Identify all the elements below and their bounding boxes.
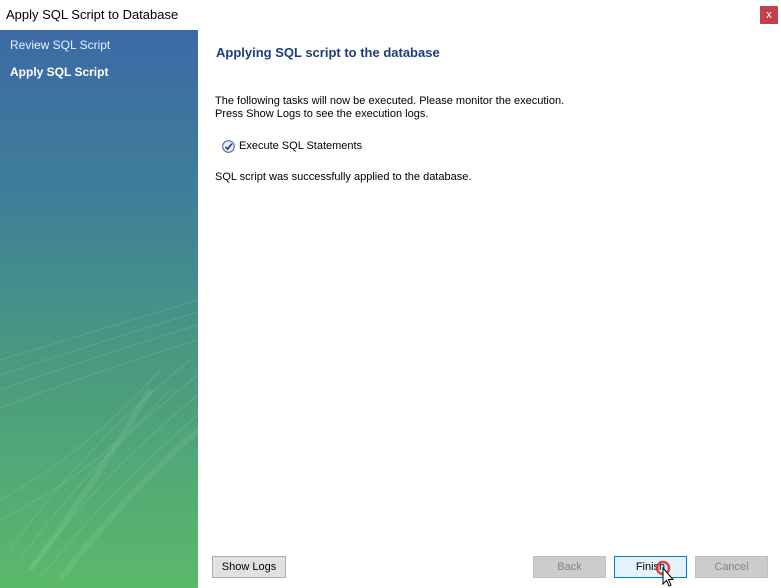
show-logs-button[interactable]: Show Logs xyxy=(212,556,286,578)
task-label: Execute SQL Statements xyxy=(239,140,363,152)
back-button[interactable]: Back xyxy=(533,556,606,578)
cancel-button[interactable]: Cancel xyxy=(695,556,768,578)
result-message: SQL script was successfully applied to t… xyxy=(215,171,472,183)
mouse-cursor-icon xyxy=(655,560,675,587)
finish-button[interactable]: Finish xyxy=(614,556,687,578)
close-button[interactable]: x xyxy=(760,6,778,24)
window-title: Apply SQL Script to Database xyxy=(6,7,179,22)
wizard-sidebar: Review SQL Script Apply SQL Script xyxy=(0,30,198,588)
description-line-1: The following tasks will now be executed… xyxy=(215,95,565,107)
title-bar: Apply SQL Script to Database x xyxy=(0,0,781,30)
description-line-2: Press Show Logs to see the execution log… xyxy=(215,108,429,120)
sidebar-item-review-sql-script: Review SQL Script xyxy=(10,38,111,52)
wizard-content: Applying SQL script to the database The … xyxy=(198,30,781,588)
task-item: Execute SQL Statements xyxy=(222,138,362,154)
sidebar-item-apply-sql-script: Apply SQL Script xyxy=(10,65,109,79)
check-circle-icon xyxy=(222,139,235,153)
page-title: Applying SQL script to the database xyxy=(216,45,440,60)
close-icon: x xyxy=(766,9,772,21)
sidebar-decoration xyxy=(0,299,198,582)
